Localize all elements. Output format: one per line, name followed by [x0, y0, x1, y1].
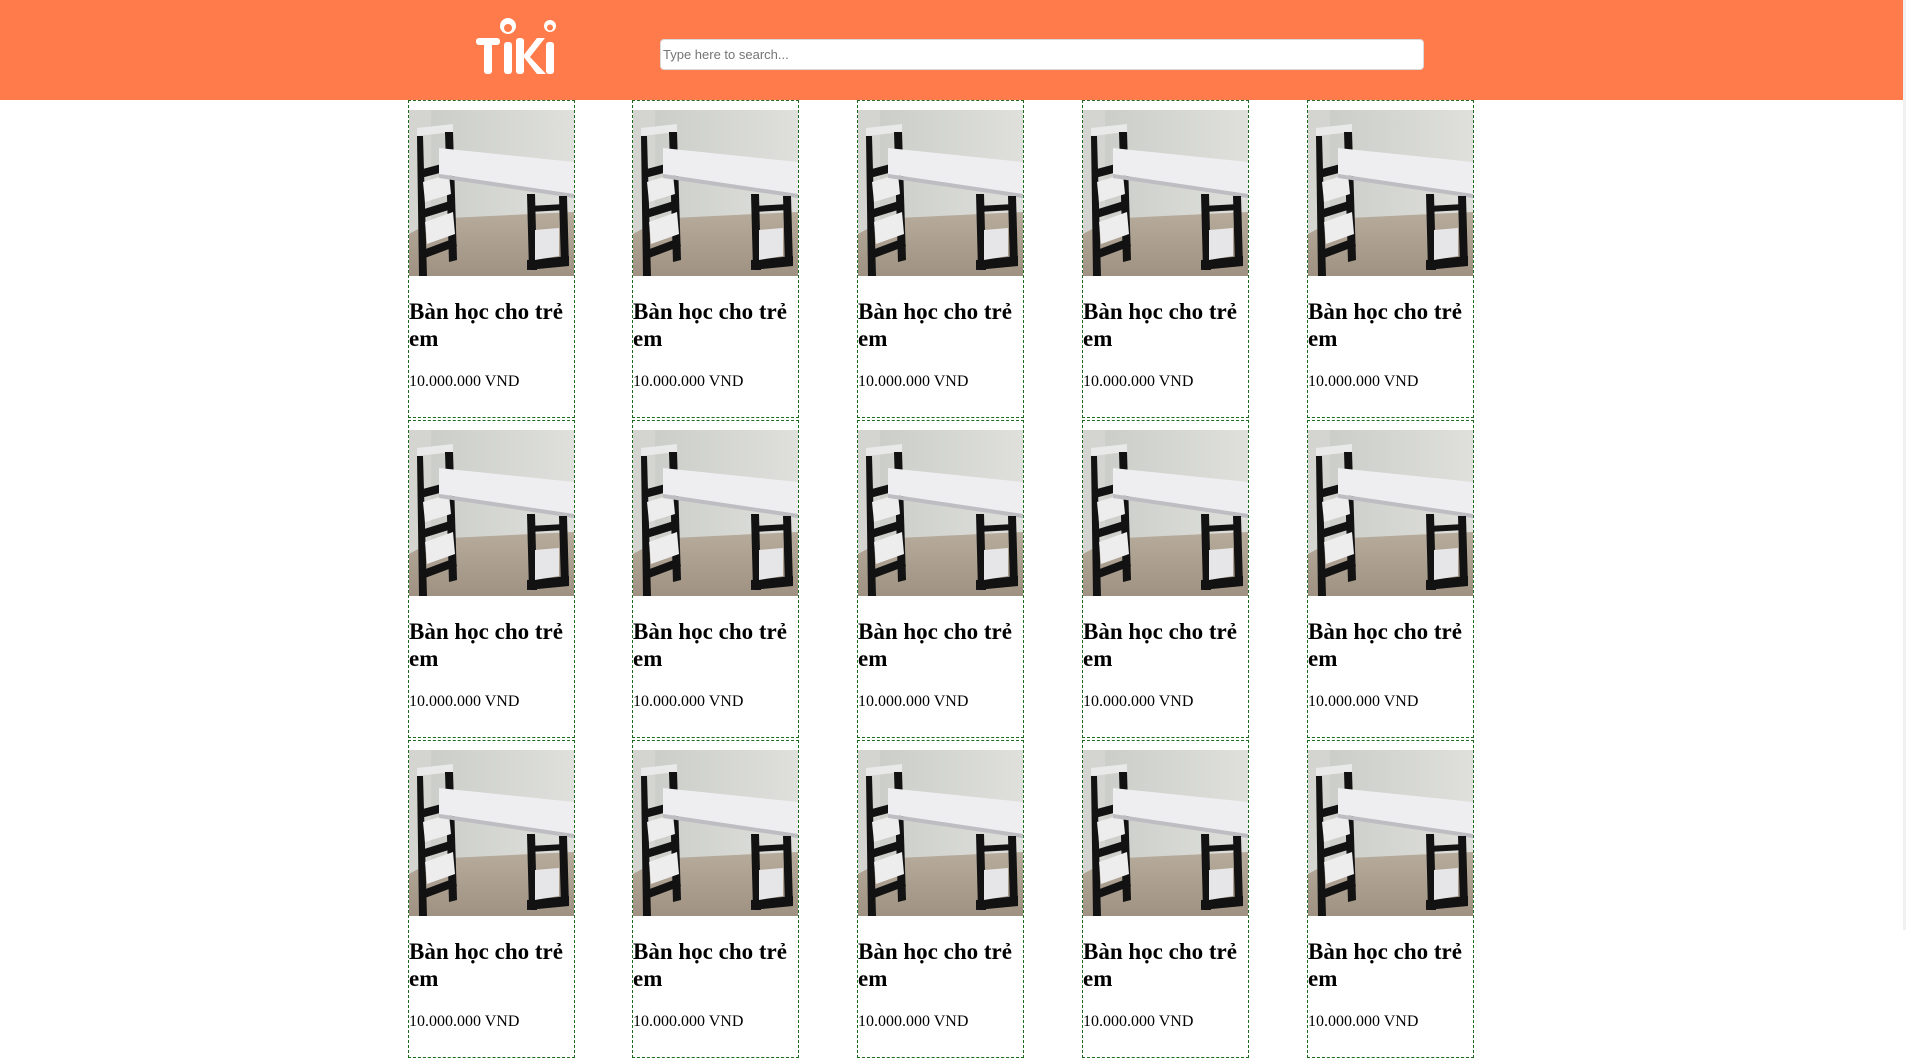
product-price: 10.000.000 VND	[858, 1013, 969, 1030]
product-image[interactable]	[858, 110, 1023, 276]
product-image[interactable]	[1083, 430, 1248, 596]
desk-photo-icon	[633, 750, 798, 916]
product-price: 10.000.000 VND	[858, 373, 969, 390]
product-image[interactable]	[409, 750, 574, 916]
product-name[interactable]: Bàn học cho trẻ em	[858, 298, 1023, 352]
product-image[interactable]	[633, 110, 798, 276]
product-image[interactable]	[633, 750, 798, 916]
desk-photo-icon	[409, 750, 574, 916]
product-price: 10.000.000 VND	[1308, 1013, 1419, 1030]
product-name[interactable]: Bàn học cho trẻ em	[409, 298, 574, 352]
product-name[interactable]: Bàn học cho trẻ em	[1308, 298, 1473, 352]
desk-photo-icon	[1083, 750, 1248, 916]
product-image[interactable]	[1308, 110, 1473, 276]
product-name[interactable]: Bàn học cho trẻ em	[1308, 938, 1473, 992]
product-price: 10.000.000 VND	[1308, 693, 1419, 710]
desk-photo-icon	[633, 430, 798, 596]
product-price: 10.000.000 VND	[1083, 1013, 1194, 1030]
desk-photo-icon	[858, 110, 1023, 276]
desk-photo-icon	[1308, 430, 1473, 596]
desk-photo-icon	[1308, 110, 1473, 276]
product-image[interactable]	[858, 750, 1023, 916]
desk-photo-icon	[1083, 430, 1248, 596]
product-name[interactable]: Bàn học cho trẻ em	[1083, 938, 1248, 992]
product-price: 10.000.000 VND	[409, 693, 520, 710]
product-card[interactable]: Bàn học cho trẻ em 10.000.000 VND	[1082, 420, 1249, 738]
product-card[interactable]: Bàn học cho trẻ em 10.000.000 VND	[857, 420, 1024, 738]
product-name[interactable]: Bàn học cho trẻ em	[633, 298, 798, 352]
desk-photo-icon	[1083, 110, 1248, 276]
product-name[interactable]: Bàn học cho trẻ em	[1083, 298, 1248, 352]
product-name[interactable]: Bàn học cho trẻ em	[858, 618, 1023, 672]
product-card[interactable]: Bàn học cho trẻ em 10.000.000 VND	[1307, 420, 1474, 738]
desk-photo-icon	[1308, 750, 1473, 916]
product-name[interactable]: Bàn học cho trẻ em	[409, 938, 574, 992]
product-card[interactable]: Bàn học cho trẻ em 10.000.000 VND	[632, 420, 799, 738]
product-card[interactable]: Bàn học cho trẻ em 10.000.000 VND	[1307, 740, 1474, 1058]
product-image[interactable]	[858, 430, 1023, 596]
desk-photo-icon	[633, 110, 798, 276]
product-image[interactable]	[1083, 110, 1248, 276]
product-name[interactable]: Bàn học cho trẻ em	[1308, 618, 1473, 672]
product-image[interactable]	[1308, 750, 1473, 916]
product-image[interactable]	[633, 430, 798, 596]
product-name[interactable]: Bàn học cho trẻ em	[633, 938, 798, 992]
product-price: 10.000.000 VND	[409, 1013, 520, 1030]
product-price: 10.000.000 VND	[1083, 373, 1194, 390]
desk-photo-icon	[858, 430, 1023, 596]
product-price: 10.000.000 VND	[1083, 693, 1194, 710]
product-image[interactable]	[1083, 750, 1248, 916]
product-price: 10.000.000 VND	[1308, 373, 1419, 390]
product-card[interactable]: Bàn học cho trẻ em 10.000.000 VND	[632, 100, 799, 418]
product-name[interactable]: Bàn học cho trẻ em	[409, 618, 574, 672]
product-card[interactable]: Bàn học cho trẻ em 10.000.000 VND	[408, 420, 575, 738]
product-card[interactable]: Bàn học cho trẻ em 10.000.000 VND	[857, 740, 1024, 1058]
product-name[interactable]: Bàn học cho trẻ em	[858, 938, 1023, 992]
product-price: 10.000.000 VND	[633, 373, 744, 390]
product-image[interactable]	[409, 430, 574, 596]
product-grid: Bàn học cho trẻ em 10.000.000 VND Bàn họ…	[0, 0, 1906, 1058]
desk-photo-icon	[409, 430, 574, 596]
product-image[interactable]	[1308, 430, 1473, 596]
product-card[interactable]: Bàn học cho trẻ em 10.000.000 VND	[1082, 100, 1249, 418]
product-card[interactable]: Bàn học cho trẻ em 10.000.000 VND	[857, 100, 1024, 418]
product-image[interactable]	[409, 110, 574, 276]
product-price: 10.000.000 VND	[409, 373, 520, 390]
product-card[interactable]: Bàn học cho trẻ em 10.000.000 VND	[408, 100, 575, 418]
product-name[interactable]: Bàn học cho trẻ em	[1083, 618, 1248, 672]
product-card[interactable]: Bàn học cho trẻ em 10.000.000 VND	[632, 740, 799, 1058]
product-price: 10.000.000 VND	[633, 693, 744, 710]
desk-photo-icon	[858, 750, 1023, 916]
product-card[interactable]: Bàn học cho trẻ em 10.000.000 VND	[408, 740, 575, 1058]
product-card[interactable]: Bàn học cho trẻ em 10.000.000 VND	[1082, 740, 1249, 1058]
product-price: 10.000.000 VND	[633, 1013, 744, 1030]
product-name[interactable]: Bàn học cho trẻ em	[633, 618, 798, 672]
desk-photo-icon	[409, 110, 574, 276]
product-card[interactable]: Bàn học cho trẻ em 10.000.000 VND	[1307, 100, 1474, 418]
product-price: 10.000.000 VND	[858, 693, 969, 710]
